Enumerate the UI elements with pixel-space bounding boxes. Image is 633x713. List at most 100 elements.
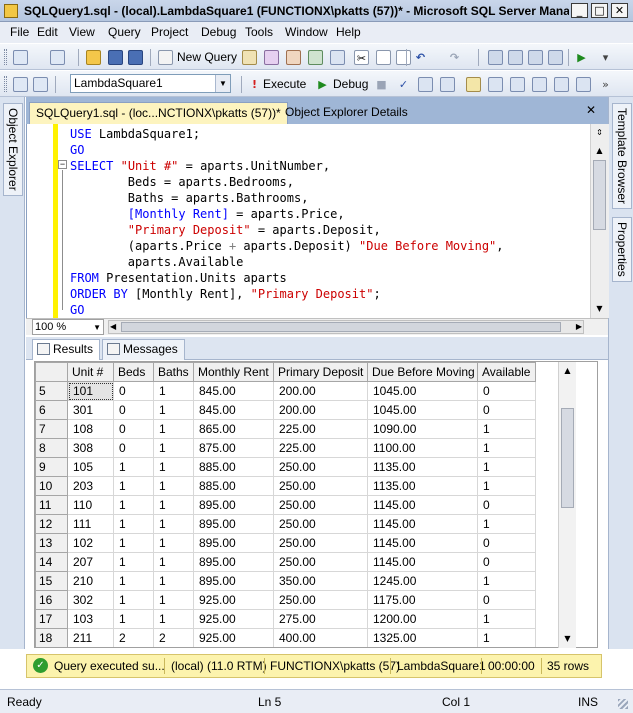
table-cell[interactable]: 211: [67, 628, 114, 647]
minimize-button[interactable]: _: [571, 3, 588, 18]
connect-icon[interactable]: [13, 77, 28, 92]
tab-object-explorer-details[interactable]: Object Explorer Details: [279, 102, 414, 124]
table-cell[interactable]: 0: [113, 419, 154, 439]
table-cell[interactable]: 1: [153, 400, 194, 420]
new-project-icon[interactable]: [13, 50, 28, 65]
parse-icon[interactable]: ✓: [396, 77, 411, 92]
grid-scroll-thumb[interactable]: [561, 408, 574, 508]
table-cell[interactable]: 1100.00: [367, 438, 478, 458]
table-cell[interactable]: 865.00: [193, 419, 274, 439]
results-to-grid-icon[interactable]: [532, 77, 547, 92]
table-cell[interactable]: 2: [153, 628, 194, 647]
results-to-file-icon[interactable]: [554, 77, 569, 92]
menu-file[interactable]: File: [10, 25, 29, 39]
row-number[interactable]: 9: [35, 457, 68, 477]
table-cell[interactable]: 225.00: [273, 419, 368, 439]
tab-sqlquery1[interactable]: SQLQuery1.sql - (loc...NCTIONX\pkatts (5…: [29, 102, 288, 124]
table-cell[interactable]: 1: [113, 533, 154, 553]
table-cell[interactable]: 1: [477, 571, 536, 591]
save-all-icon[interactable]: [128, 50, 143, 65]
table-cell[interactable]: 2: [113, 628, 154, 647]
query-designer-icon[interactable]: [440, 77, 455, 92]
table-row[interactable]: 17 103 1 1 925.00 275.00 1200.00 1: [35, 609, 536, 629]
table-cell[interactable]: 0: [477, 590, 536, 610]
table-cell[interactable]: 1: [153, 438, 194, 458]
table-cell[interactable]: 1: [153, 590, 194, 610]
table-cell[interactable]: 0: [477, 552, 536, 572]
table-row[interactable]: 5 101 0 1 845.00 200.00 1045.00 0: [35, 381, 536, 401]
table-cell[interactable]: 1: [153, 571, 194, 591]
navigate-forward-icon[interactable]: [508, 50, 523, 65]
debug-button[interactable]: Debug: [333, 77, 368, 91]
table-cell[interactable]: 895.00: [193, 495, 274, 515]
table-row[interactable]: 12 111 1 1 895.00 250.00 1145.00 1: [35, 514, 536, 534]
table-cell[interactable]: 875.00: [193, 438, 274, 458]
table-row[interactable]: 8 308 0 1 875.00 225.00 1100.00 1: [35, 438, 536, 458]
row-number[interactable]: 6: [35, 400, 68, 420]
table-cell[interactable]: 1: [477, 419, 536, 439]
analysis-services-xmla-icon[interactable]: [308, 50, 323, 65]
row-number[interactable]: 5: [35, 381, 68, 401]
table-cell[interactable]: 110: [67, 495, 114, 515]
table-row[interactable]: 13 102 1 1 895.00 250.00 1145.00 0: [35, 533, 536, 553]
split-icon[interactable]: ⇕: [593, 126, 606, 139]
scroll-left-icon[interactable]: ◀: [110, 321, 116, 333]
table-cell[interactable]: 1: [477, 609, 536, 629]
menu-view[interactable]: View: [69, 25, 95, 39]
menu-query[interactable]: Query: [108, 25, 141, 39]
table-cell[interactable]: 1145.00: [367, 514, 478, 534]
table-cell[interactable]: 1: [153, 514, 194, 534]
collapse-icon[interactable]: −: [58, 160, 67, 169]
scroll-up-icon[interactable]: ▲: [561, 364, 574, 377]
table-cell[interactable]: 308: [67, 438, 114, 458]
table-cell[interactable]: 1: [113, 552, 154, 572]
table-cell[interactable]: 102: [67, 533, 114, 553]
menu-project[interactable]: Project: [151, 25, 188, 39]
execute-button[interactable]: Execute: [263, 77, 306, 91]
table-cell[interactable]: 885.00: [193, 476, 274, 496]
table-cell[interactable]: 1: [477, 438, 536, 458]
column-header[interactable]: Available: [477, 362, 536, 382]
table-cell[interactable]: 895.00: [193, 552, 274, 572]
toolbar-options-icon[interactable]: ▾: [598, 50, 613, 65]
scroll-down-icon[interactable]: ▼: [593, 302, 606, 315]
table-cell[interactable]: 895.00: [193, 571, 274, 591]
resize-grip-icon[interactable]: [618, 699, 628, 709]
toolbox-icon[interactable]: [528, 50, 543, 65]
copy-icon[interactable]: [376, 50, 391, 65]
cut-icon[interactable]: ✂: [354, 50, 369, 65]
menu-window[interactable]: Window: [285, 25, 328, 39]
row-number[interactable]: 12: [35, 514, 68, 534]
display-estimated-plan-icon[interactable]: [418, 77, 433, 92]
table-cell[interactable]: 1: [113, 590, 154, 610]
table-cell[interactable]: 210: [67, 571, 114, 591]
row-number[interactable]: 8: [35, 438, 68, 458]
table-cell[interactable]: 1245.00: [367, 571, 478, 591]
table-row[interactable]: 16 302 1 1 925.00 250.00 1175.00 0: [35, 590, 536, 610]
table-cell[interactable]: 1135.00: [367, 476, 478, 496]
include-actual-plan-icon[interactable]: [466, 77, 481, 92]
table-cell[interactable]: 1: [153, 457, 194, 477]
cancel-query-icon[interactable]: ■: [374, 77, 389, 92]
table-row[interactable]: 15 210 1 1 895.00 350.00 1245.00 1: [35, 571, 536, 591]
sql-compact-query-icon[interactable]: [330, 50, 345, 65]
open-file-icon[interactable]: [86, 50, 101, 65]
table-cell[interactable]: 250.00: [273, 552, 368, 572]
scroll-right-icon[interactable]: ▶: [576, 321, 582, 333]
table-cell[interactable]: 250.00: [273, 476, 368, 496]
table-cell[interactable]: 203: [67, 476, 114, 496]
tab-results[interactable]: Results: [32, 339, 101, 360]
query-editor[interactable]: − USE LambdaSquare1; GO SELECT "Unit #" …: [26, 124, 609, 318]
scroll-down-icon[interactable]: ▼: [561, 632, 574, 645]
maximize-button[interactable]: □: [591, 3, 608, 18]
table-cell[interactable]: 200.00: [273, 381, 368, 401]
table-cell[interactable]: 250.00: [273, 590, 368, 610]
table-cell[interactable]: 400.00: [273, 628, 368, 647]
table-cell[interactable]: 103: [67, 609, 114, 629]
database-engine-query-icon[interactable]: [242, 50, 257, 65]
table-cell[interactable]: 1: [153, 609, 194, 629]
table-cell[interactable]: 275.00: [273, 609, 368, 629]
table-cell[interactable]: 0: [113, 438, 154, 458]
menu-help[interactable]: Help: [336, 25, 361, 39]
table-cell[interactable]: 1: [153, 552, 194, 572]
